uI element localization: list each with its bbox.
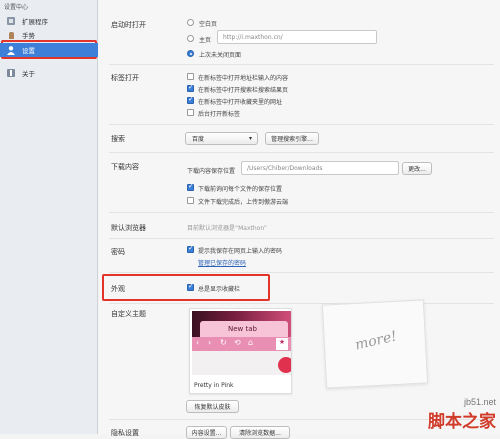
download-path-input[interactable]: /Users/Chiber/Downloads — [241, 161, 399, 175]
tabs-option-favorites: 在新标签中打开收藏夹里的网址 — [198, 99, 283, 106]
tabs-label: 标签打开 — [111, 74, 139, 82]
sidebar-title: 设置中心 — [4, 4, 29, 11]
default-browser-label: 默认浏览器 — [111, 224, 146, 232]
theme-preview-toolbar: ‹ › ↻ ⟲ ⌂ ★ — [192, 337, 291, 351]
tabs-option-address: 在新标签中打开地址栏输入的内容 — [198, 75, 289, 82]
content-settings-button[interactable]: 内容设置... — [186, 426, 227, 439]
history-icon: ⟲ — [234, 338, 241, 347]
homepage-input[interactable]: http://i.maxthon.cn/ — [217, 30, 377, 44]
change-download-path-button[interactable]: 更改... — [402, 162, 432, 175]
default-browser-status: 目前默认浏览器是“Maxthon” — [187, 225, 267, 232]
user-icon — [6, 45, 16, 55]
divider — [109, 212, 494, 213]
clear-browsing-data-button[interactable]: 清除浏览数据... — [230, 426, 290, 439]
more-themes-card[interactable]: more! — [321, 299, 429, 389]
sidebar-item-extensions[interactable]: 扩展程序 — [0, 14, 98, 28]
site-watermark: jb51.net 脚本之家 — [428, 397, 496, 432]
home-icon: ⌂ — [248, 338, 254, 347]
tabs-checkbox-address[interactable] — [187, 73, 194, 80]
theme-preview-image: New tab ‹ › ↻ ⟲ ⌂ ★ — [192, 311, 291, 375]
sidebar-item-label: 关于 — [22, 70, 35, 78]
back-icon: ‹ — [196, 338, 200, 347]
download-checkbox-ask[interactable] — [187, 182, 194, 191]
password-option-save: 提示我保存在网页上输入的密码 — [198, 248, 283, 255]
download-location-label: 下载内容保存位置 — [187, 168, 236, 175]
tabs-checkbox-background[interactable] — [187, 109, 194, 116]
sidebar-item-label: 扩展程序 — [22, 18, 48, 26]
sidebar-item-settings[interactable]: 设置 — [0, 43, 98, 57]
appearance-label: 外观 — [111, 285, 125, 293]
sidebar-item-about[interactable]: 关于 — [0, 66, 98, 80]
tabs-checkbox-search[interactable] — [187, 83, 194, 92]
startup-label: 启动时打开 — [111, 21, 146, 29]
theme-preview-tab: New tab — [200, 321, 288, 337]
chevron-down-icon: ▾ — [248, 135, 252, 142]
download-option-cloud: 文件下载完成后，上传到傲游云端 — [198, 199, 289, 206]
privacy-label: 隐私设置 — [111, 429, 139, 437]
manage-passwords-link[interactable]: 管理已保存的密码 — [198, 258, 246, 267]
manage-search-engines-button[interactable]: 管理搜索引擎... — [265, 132, 319, 145]
theme-preview-content — [192, 351, 291, 375]
download-option-ask: 下载前询问每个文件的保存位置 — [198, 186, 283, 193]
download-label: 下载内容 — [111, 163, 139, 171]
startup-radio-last-session[interactable] — [187, 50, 194, 57]
watermark-domain: jb51.net — [463, 397, 496, 407]
divider — [109, 64, 494, 65]
divider — [109, 238, 494, 239]
settings-sidebar: 设置中心 扩展程序 手势 设置 关于 — [0, 0, 98, 434]
watermark-name: 脚本之家 — [428, 412, 496, 431]
theme-card-pretty-in-pink[interactable]: New tab ‹ › ↻ ⟲ ⌂ ★ Pretty in Pink — [189, 308, 292, 394]
reset-theme-button[interactable]: 恢复默认皮肤 — [186, 400, 239, 413]
startup-option-homepage: 主页 — [199, 37, 212, 44]
divider — [109, 124, 494, 125]
refresh-icon: ↻ — [220, 338, 227, 347]
search-engine-value: 百度 — [192, 136, 205, 143]
startup-option-blank: 空白页 — [199, 21, 218, 28]
appearance-option-bookmarks-bar: 总是显示收藏栏 — [198, 286, 241, 293]
extension-icon — [6, 16, 16, 26]
sidebar-item-label: 手势 — [22, 32, 35, 40]
tabs-option-search: 在新标签中打开搜索栏搜索结果页 — [198, 87, 289, 94]
about-icon — [6, 68, 16, 78]
tabs-checkbox-favorites[interactable] — [187, 95, 194, 104]
settings-main: 启动时打开 空白页 主页 http://i.maxthon.cn/ 上次未关闭页… — [99, 0, 500, 439]
tabs-option-background: 后台打开新标签 — [198, 111, 241, 118]
search-engine-select[interactable]: 百度 ▾ — [185, 132, 258, 145]
startup-option-last-session: 上次未关闭页面 — [199, 52, 242, 59]
star-icon: ★ — [276, 338, 288, 350]
download-checkbox-cloud[interactable] — [187, 197, 194, 204]
theme-preview-tab-label: New tab — [228, 325, 257, 333]
forward-icon: › — [208, 338, 212, 347]
startup-radio-blank[interactable] — [187, 19, 194, 26]
custom-theme-label: 自定义主题 — [111, 310, 146, 318]
password-label: 密码 — [111, 248, 125, 256]
gesture-icon — [6, 30, 16, 40]
theme-name: Pretty in Pink — [194, 382, 234, 389]
appearance-highlight-box — [102, 274, 270, 301]
startup-radio-homepage[interactable] — [187, 35, 194, 42]
appearance-checkbox-bookmarks-bar[interactable] — [187, 282, 194, 291]
password-checkbox-save[interactable] — [187, 244, 194, 253]
divider — [109, 303, 494, 304]
divider — [109, 272, 494, 273]
search-label: 搜索 — [111, 135, 125, 143]
more-themes-text: more! — [353, 328, 399, 354]
divider — [109, 152, 494, 153]
flower-decoration — [278, 357, 291, 373]
sidebar-item-label: 设置 — [22, 47, 35, 55]
